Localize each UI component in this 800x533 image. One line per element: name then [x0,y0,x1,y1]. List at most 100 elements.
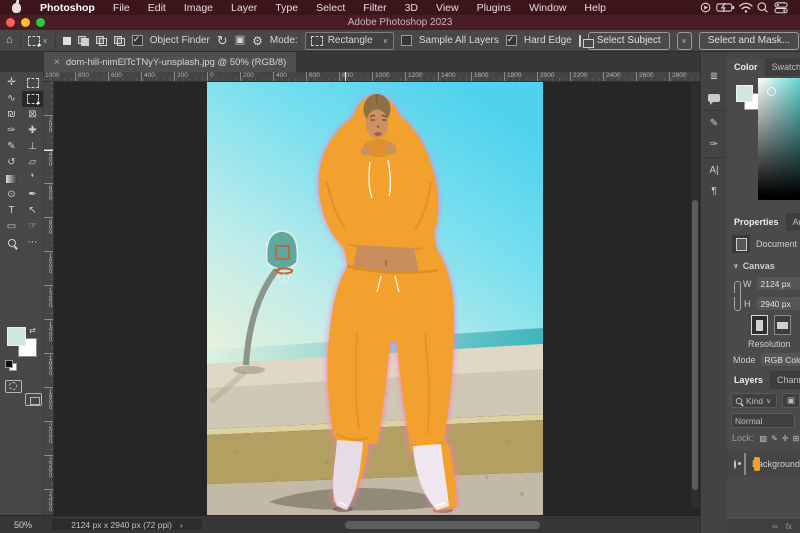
layer-effects-icon[interactable]: fx [786,522,792,531]
healing-brush-tool[interactable]: ✚ [22,123,43,139]
rectangular-marquee-tool[interactable] [22,75,43,91]
screen-mode-button[interactable] [25,393,42,406]
menu-window[interactable]: Window [520,2,575,14]
path-selection-tool[interactable]: ↖ [22,203,43,219]
menu-edit[interactable]: Edit [139,2,175,14]
gradient-tool[interactable] [1,171,22,187]
layer-visibility-eye-icon[interactable] [734,459,741,469]
select-and-mask-button[interactable]: Select and Mask... [698,31,800,50]
tab-layers[interactable]: Layers [727,371,771,389]
menu-help[interactable]: Help [575,2,615,14]
menu-plugins[interactable]: Plugins [468,2,520,14]
canvas-photo[interactable] [207,82,543,515]
color-mode-dropdown[interactable]: RGB Color [760,353,800,366]
document-tab[interactable]: × dom-hill-nimElTcTNyY-unsplash.jpg @ 50… [44,52,297,72]
color-picker-ring[interactable] [767,87,776,96]
horizontal-scrollbar-thumb[interactable] [345,521,540,529]
menu-select[interactable]: Select [307,2,354,14]
layer-thumbnail[interactable] [744,453,760,475]
frame-tool[interactable]: ⊠ [22,107,43,123]
eraser-tool[interactable]: ▱ [22,155,43,171]
menu-3d[interactable]: 3D [396,2,427,14]
zoom-tool[interactable] [1,235,22,251]
menu-view[interactable]: View [427,2,468,14]
hard-edge-checkbox[interactable] [505,34,517,46]
landscape-orientation-button[interactable] [774,315,791,335]
blend-mode-dropdown[interactable]: Normal [731,413,795,428]
lock-icon-0[interactable]: ▨ [760,434,768,443]
object-finder-checkbox[interactable] [131,34,143,46]
mode-dropdown[interactable]: Rectangle ∨ [304,31,394,50]
hand-tool[interactable]: ☞ [22,219,43,235]
character-panel-icon[interactable]: A| [701,160,727,181]
layer-row-background[interactable]: Background [727,451,800,477]
tab-properties[interactable]: Properties [727,213,786,231]
menu-layer[interactable]: Layer [222,2,266,14]
vertical-scrollbar-thumb[interactable] [692,200,698,490]
menu-filter[interactable]: Filter [354,2,395,14]
add-to-selection-icon[interactable] [77,34,89,48]
height-field[interactable]: 2940 px [756,297,800,310]
canvas-area[interactable] [54,82,700,515]
pen-tool[interactable]: ✒ [22,187,43,203]
close-tab-icon[interactable]: × [54,57,60,68]
filter-kind-dropdown[interactable]: Kind ∨ [731,393,777,408]
document-dimensions[interactable]: 2124 px x 2940 px (72 ppi) › [52,519,202,530]
tab-color[interactable]: Color [727,58,765,76]
show-all-objects-icon[interactable]: ▣ [235,35,245,46]
current-tool-preset[interactable]: ∨ [27,35,48,49]
horizontal-ruler[interactable]: 1000 800 600 400 200 0 200 400 600 800 1000 1200 140… [44,72,700,82]
vertical-ruler[interactable]: 200 400 600 800 1000 1200 1400 1600 1800 2000 2200… [44,82,54,515]
intersect-selection-icon[interactable] [113,34,125,48]
home-icon[interactable]: ⌂ [6,35,13,46]
tab-channels[interactable]: Channels [770,371,800,389]
clone-stamp-tool[interactable]: ⊥ [22,139,43,155]
refresh-icon[interactable]: ↻ [217,34,228,47]
default-colors-icon[interactable] [5,360,17,371]
canvas-section-header[interactable]: ∨ Canvas [727,261,800,271]
new-selection-icon[interactable] [62,34,71,48]
portrait-orientation-button[interactable] [751,315,768,335]
lasso-tool[interactable]: ∿ [1,91,22,107]
quick-mask-mode-button[interactable] [5,380,22,393]
paragraph-panel-icon[interactable]: ¶ [701,181,727,202]
blur-tool[interactable]: ❜ [22,171,43,187]
width-field[interactable]: 2124 px [756,277,800,290]
history-brush-tool[interactable]: ↺ [1,155,22,171]
status-icons-svg[interactable] [696,0,792,15]
rectangle-tool[interactable]: ▭ [1,219,22,235]
select-subject-button[interactable]: Select Subject [587,31,670,50]
color-saturation-field[interactable] [758,78,800,200]
edit-toolbar-menu[interactable]: ⋯ [22,235,43,251]
menu-file[interactable]: File [104,2,139,14]
comments-panel-icon[interactable] [701,87,727,108]
tab-adjustments[interactable]: Adjustments [786,213,800,231]
brushes-panel-icon[interactable]: ✑ [701,134,727,155]
foreground-color-swatch[interactable] [7,327,26,346]
menu-photoshop[interactable]: Photoshop [31,2,104,14]
menu-type[interactable]: Type [266,2,307,14]
apple-menu-icon[interactable] [12,0,21,13]
zoom-level[interactable]: 50% [14,520,32,530]
lock-icon-3[interactable]: ⊞ [792,434,799,443]
filter-type-icon[interactable]: ▣ [781,393,800,408]
link-layers-icon[interactable]: ∞ [772,522,778,531]
move-tool[interactable]: ✛ [1,75,22,91]
color-panel-foreground-swatch[interactable] [736,85,753,102]
type-tool[interactable]: T [1,203,22,219]
swap-colors-icon[interactable]: ⇄ [29,326,36,335]
vertical-scrollbar[interactable] [691,82,699,509]
brush-tool[interactable]: ✎ [1,139,22,155]
history-panel-icon[interactable]: ≣ [701,66,727,87]
sample-all-layers-checkbox[interactable] [400,35,412,46]
object-selection-tool[interactable] [22,91,43,107]
crop-tool[interactable]: ₪ [1,107,22,123]
subtract-from-selection-icon[interactable] [95,34,107,48]
menu-image[interactable]: Image [175,2,222,14]
lock-icon-1[interactable]: ✎ [771,434,778,443]
device-processing-icon[interactable] [578,34,594,48]
lock-icon-2[interactable]: ✛ [782,434,789,443]
eyedropper-tool[interactable]: ✑ [1,123,22,139]
brush-settings-panel-icon[interactable]: ✎ [701,113,727,134]
tab-swatches[interactable]: Swatches [765,58,800,76]
